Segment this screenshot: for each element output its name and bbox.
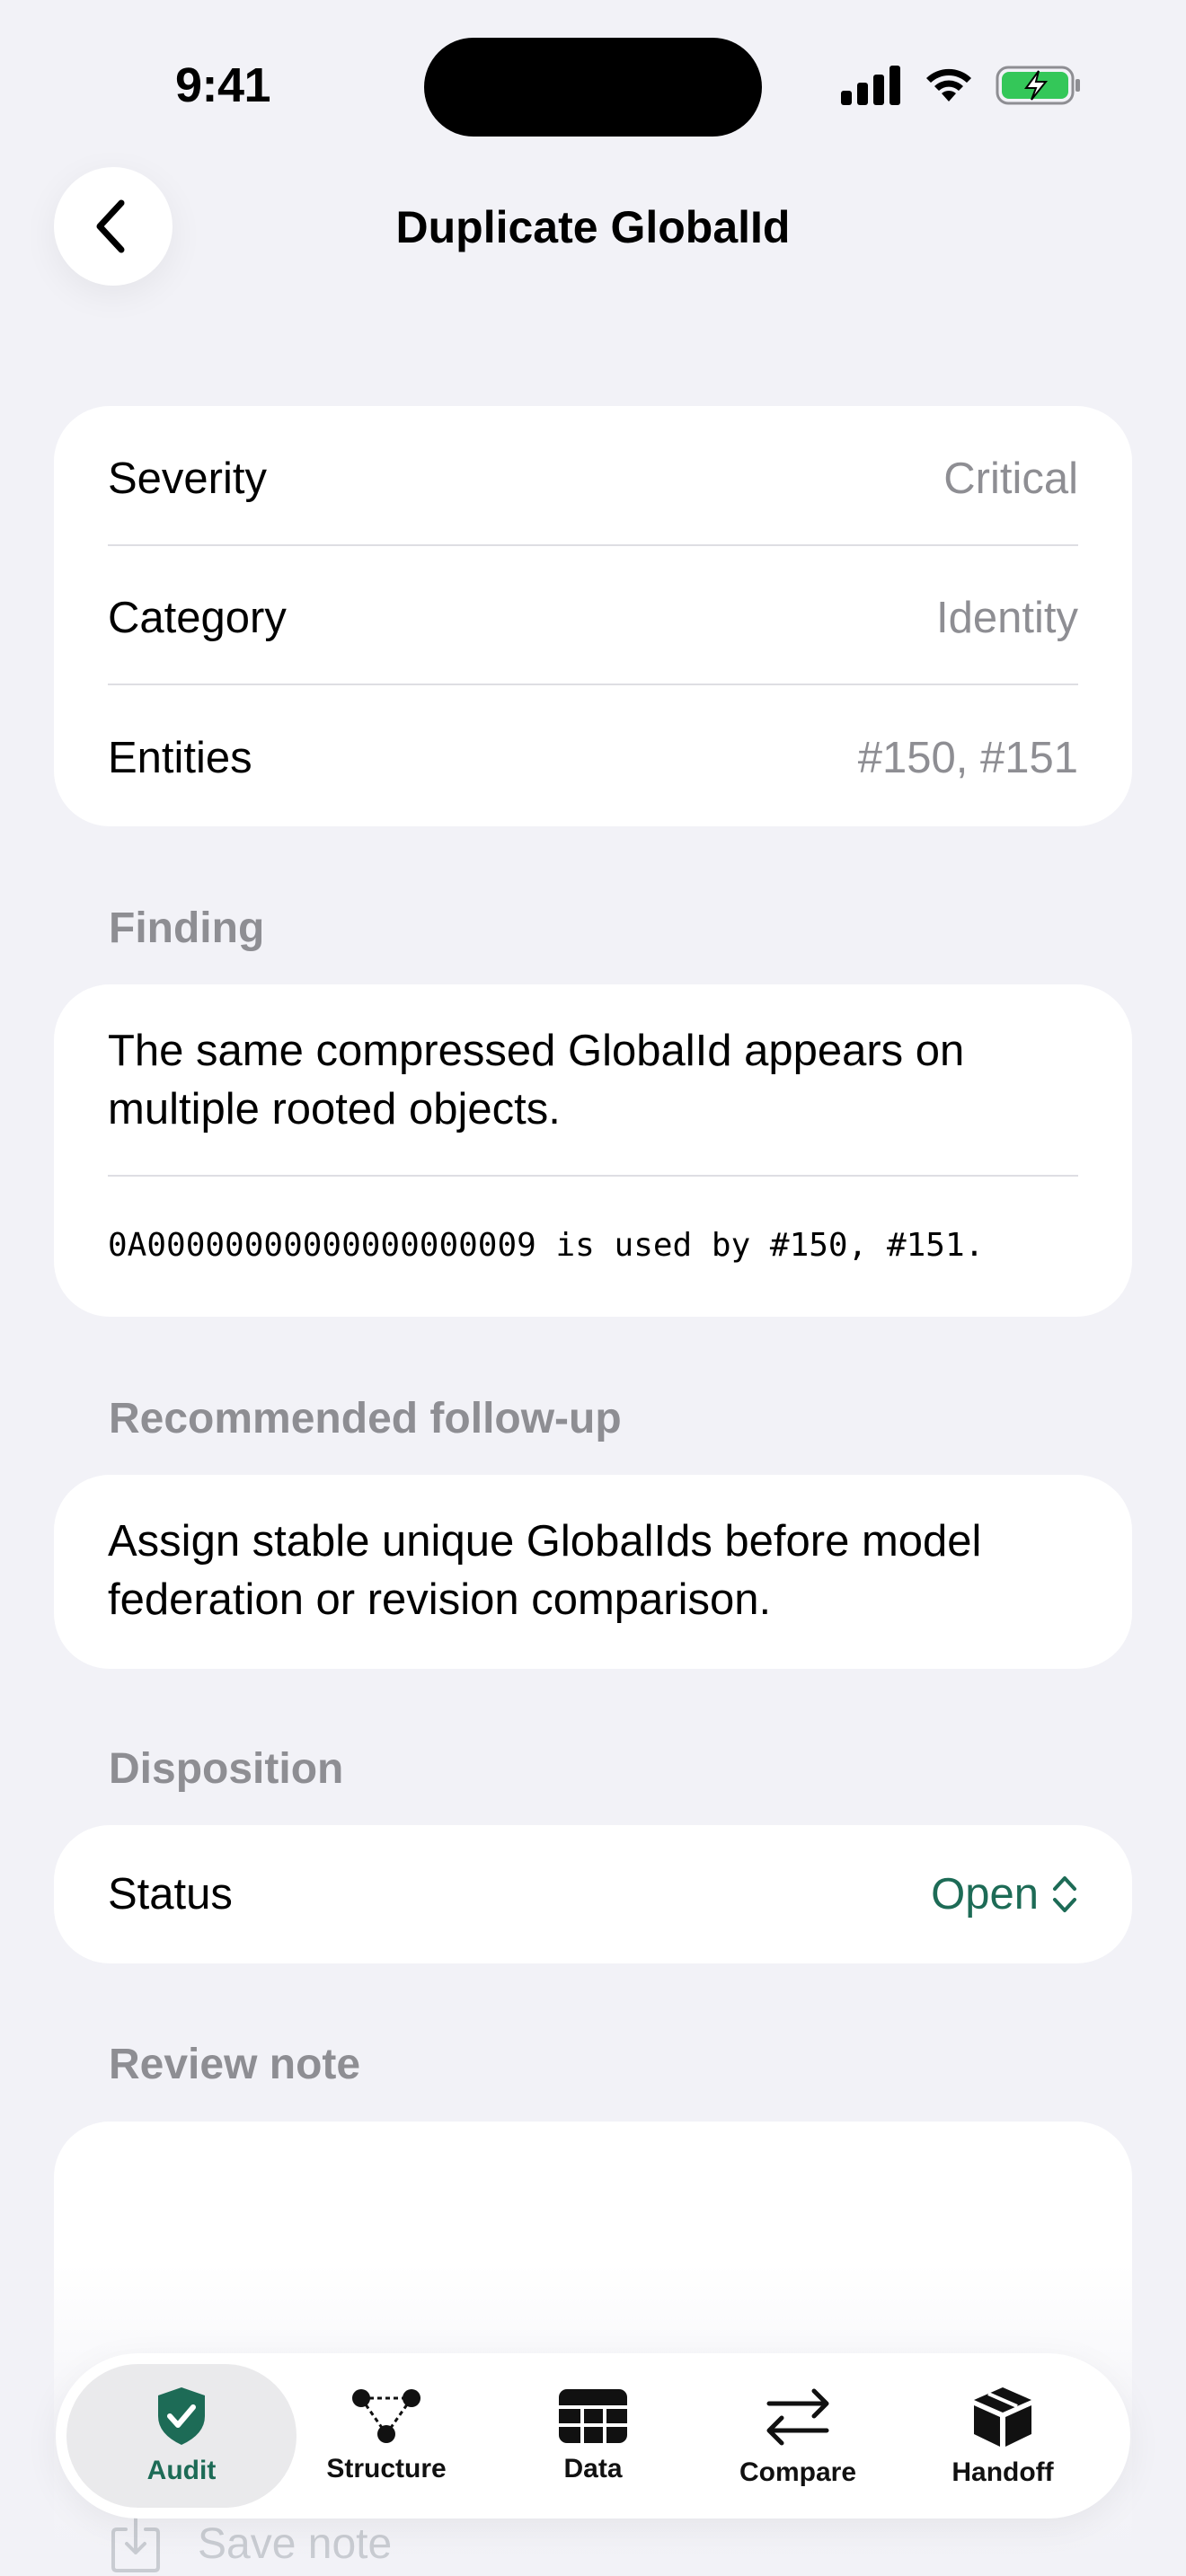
save-note-label: Save note (198, 2519, 393, 2568)
followup-card: Assign stable unique GlobalIds before mo… (54, 1475, 1132, 1669)
status-time: 9:41 (175, 58, 271, 112)
detail-label: Category (108, 594, 287, 642)
status-row[interactable]: Status Open (108, 1863, 1078, 1926)
page: 9:41 Duplicate GlobalId Severity Critica… (0, 0, 1186, 2576)
detail-value: Identity (936, 594, 1078, 642)
tab-bar: Audit Structure Data Compare Handoff (56, 2353, 1130, 2519)
table-grid-icon (559, 2389, 627, 2443)
tab-structure[interactable]: Structure (271, 2364, 501, 2508)
tab-audit[interactable]: Audit (66, 2364, 296, 2508)
disposition-header: Disposition (109, 1745, 344, 1793)
divider (108, 684, 1078, 685)
structure-graph-icon (352, 2389, 420, 2443)
tab-handoff[interactable]: Handoff (888, 2364, 1118, 2508)
finding-card: The same compressed GlobalId appears on … (54, 984, 1132, 1317)
tab-label: Audit (146, 2456, 217, 2485)
save-note-button[interactable]: Save note (110, 2515, 392, 2572)
arrows-swap-icon (766, 2388, 829, 2446)
download-tray-icon (111, 2517, 160, 2572)
followup-text: Assign stable unique GlobalIds before mo… (108, 1513, 1078, 1629)
status-value: Open (931, 1870, 1039, 1919)
dynamic-island (424, 38, 762, 137)
detail-label: Severity (108, 454, 268, 503)
page-title: Duplicate GlobalId (395, 202, 791, 252)
finding-detail: 0A00000000000000000009 is used by #150, … (108, 1227, 985, 1264)
divider (108, 544, 1078, 546)
shield-check-icon (158, 2387, 205, 2445)
wifi-icon (926, 68, 971, 101)
status-picker[interactable]: Open (931, 1869, 1078, 1919)
tab-label: Structure (326, 2454, 447, 2483)
detail-value: Critical (943, 454, 1078, 503)
tab-compare[interactable]: Compare (683, 2364, 913, 2508)
followup-header: Recommended follow-up (109, 1395, 622, 1442)
review-note-header: Review note (109, 2041, 361, 2088)
detail-value: #150, #151 (857, 734, 1078, 782)
status-label: Status (108, 1870, 233, 1919)
finding-text: The same compressed GlobalId appears on … (108, 1022, 1078, 1139)
disposition-card: Status Open (54, 1825, 1132, 1963)
tab-label: Handoff (951, 2457, 1054, 2487)
status-icons (841, 63, 1082, 108)
finding-text-line: multiple rooted objects. (108, 1085, 561, 1134)
detail-row-severity: Severity Critical (108, 447, 1078, 510)
divider (108, 1175, 1078, 1177)
detail-row-category: Category Identity (108, 587, 1078, 649)
detail-label: Entities (108, 734, 252, 782)
tab-label: Compare (739, 2457, 857, 2487)
battery-charging-icon (996, 66, 1080, 105)
finding-text-line: The same compressed GlobalId appears on (108, 1027, 965, 1075)
cellular-signal-icon (841, 66, 900, 105)
package-box-icon (974, 2387, 1031, 2447)
tab-label: Data (563, 2454, 623, 2483)
finding-header: Finding (109, 904, 265, 952)
details-card: Severity Critical Category Identity Enti… (54, 406, 1132, 826)
followup-text-line: Assign stable unique GlobalIds before mo… (108, 1517, 982, 1566)
followup-text-line: federation or revision comparison. (108, 1575, 772, 1624)
tab-data[interactable]: Data (478, 2364, 708, 2508)
chevron-up-down-icon (1053, 1876, 1076, 1912)
detail-row-entities: Entities #150, #151 (108, 727, 1078, 790)
